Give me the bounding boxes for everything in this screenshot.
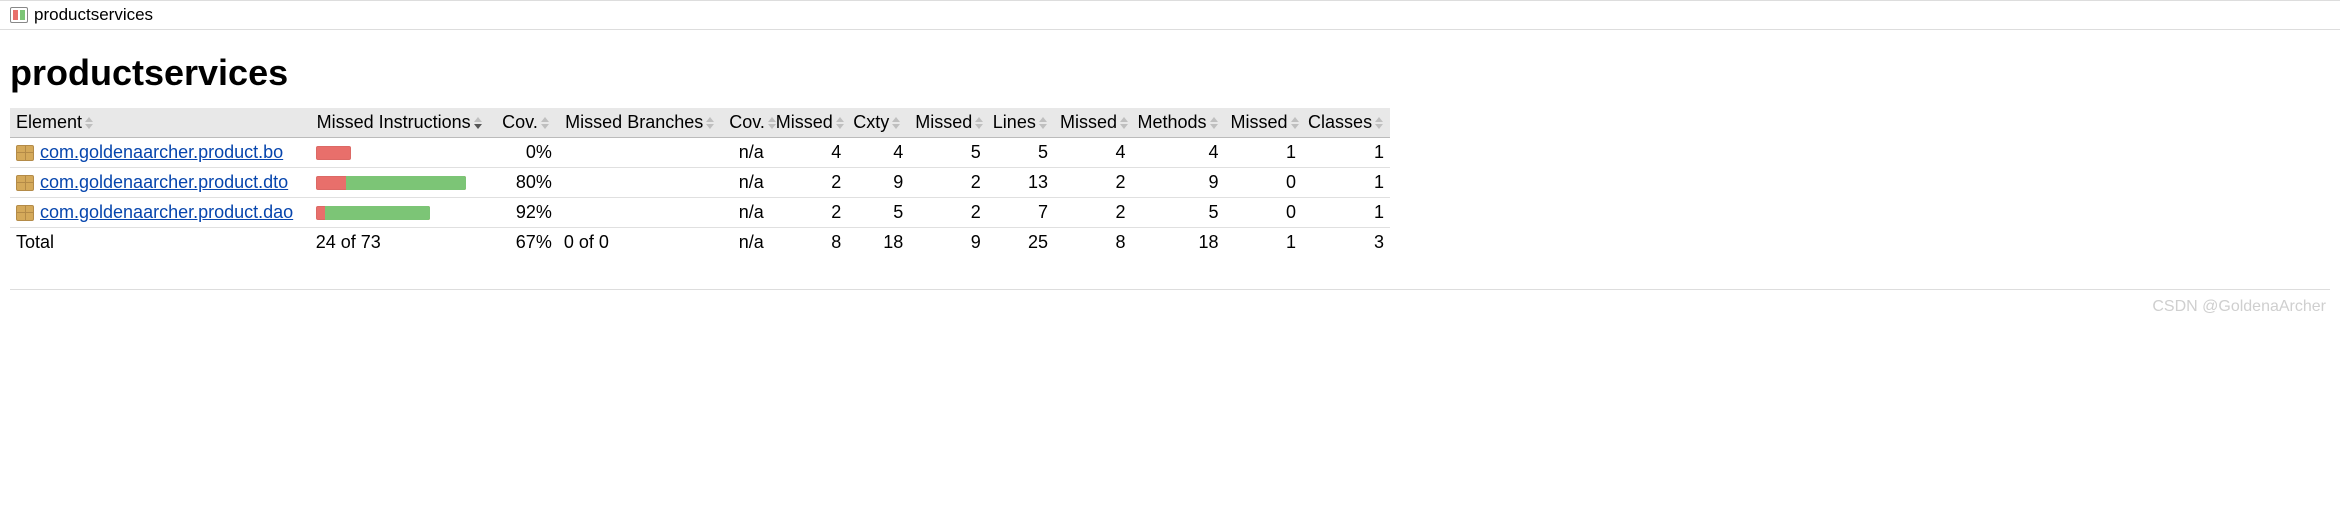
watermark: CSDN @GoldenaArcher xyxy=(0,290,2340,326)
instruction-cov: 0% xyxy=(491,138,558,168)
col-missed-classes[interactable]: Missed xyxy=(1225,108,1303,138)
total-instr-text: 24 of 73 xyxy=(310,228,491,258)
total-instr-cov: 67% xyxy=(491,228,558,258)
branch-bar xyxy=(558,168,723,198)
total-branch-text: 0 of 0 xyxy=(558,228,723,258)
table-row: com.goldenaarcher.product.dao92%n/a25272… xyxy=(10,198,1390,228)
missed-cxty: 2 xyxy=(770,168,848,198)
package-link[interactable]: com.goldenaarcher.product.dao xyxy=(40,202,293,223)
missed-methods: 2 xyxy=(1054,168,1132,198)
lines: 13 xyxy=(987,168,1054,198)
methods: 4 xyxy=(1132,138,1225,168)
sort-icon xyxy=(705,117,717,129)
total-classes: 3 xyxy=(1302,228,1390,258)
sort-icon xyxy=(84,117,96,129)
lines: 5 xyxy=(987,138,1054,168)
col-cxty[interactable]: Cxty xyxy=(847,108,909,138)
total-branch-cov: n/a xyxy=(723,228,770,258)
missed-methods: 4 xyxy=(1054,138,1132,168)
page-title: productservices xyxy=(10,52,2330,94)
total-cxty: 18 xyxy=(847,228,909,258)
missed-cxty: 4 xyxy=(770,138,848,168)
total-m-cxty: 8 xyxy=(770,228,848,258)
col-cov-instructions[interactable]: Cov. xyxy=(491,108,558,138)
col-missed-methods[interactable]: Missed xyxy=(1054,108,1132,138)
table-row: com.goldenaarcher.product.dto80%n/a29213… xyxy=(10,168,1390,198)
methods: 5 xyxy=(1132,198,1225,228)
table-total-row: Total 24 of 73 67% 0 of 0 n/a 8 18 9 25 … xyxy=(10,228,1390,258)
instruction-bar xyxy=(316,206,430,220)
classes: 1 xyxy=(1302,198,1390,228)
col-classes[interactable]: Classes xyxy=(1302,108,1390,138)
col-missed-lines[interactable]: Missed xyxy=(909,108,987,138)
sort-icon xyxy=(835,117,847,129)
table-row: com.goldenaarcher.product.bo0%n/a4455441… xyxy=(10,138,1390,168)
missed-lines: 5 xyxy=(909,138,987,168)
cxty: 5 xyxy=(847,198,909,228)
sort-icon xyxy=(1290,117,1302,129)
package-icon xyxy=(16,205,34,221)
branch-cov: n/a xyxy=(723,198,770,228)
missed-lines: 2 xyxy=(909,198,987,228)
branch-bar xyxy=(558,138,723,168)
branch-bar xyxy=(558,198,723,228)
total-label: Total xyxy=(10,228,310,258)
classes: 1 xyxy=(1302,138,1390,168)
missed-methods: 2 xyxy=(1054,198,1132,228)
sort-icon xyxy=(974,117,986,129)
package-link[interactable]: com.goldenaarcher.product.dto xyxy=(40,172,288,193)
branch-cov: n/a xyxy=(723,138,770,168)
missed-cxty: 2 xyxy=(770,198,848,228)
instruction-bar xyxy=(316,146,351,160)
col-lines[interactable]: Lines xyxy=(987,108,1054,138)
coverage-table: Element Missed Instructions Cov. Missed … xyxy=(10,108,1390,257)
missed-lines: 2 xyxy=(909,168,987,198)
col-missed-instructions[interactable]: Missed Instructions xyxy=(310,108,491,138)
branch-cov: n/a xyxy=(723,168,770,198)
col-methods[interactable]: Methods xyxy=(1132,108,1225,138)
package-icon xyxy=(16,175,34,191)
report-icon xyxy=(10,7,28,23)
total-m-lines: 9 xyxy=(909,228,987,258)
sort-icon xyxy=(540,117,552,129)
classes: 1 xyxy=(1302,168,1390,198)
sort-icon xyxy=(473,117,485,129)
instruction-bar xyxy=(316,176,466,190)
total-lines: 25 xyxy=(987,228,1054,258)
cxty: 9 xyxy=(847,168,909,198)
cxty: 4 xyxy=(847,138,909,168)
table-header-row: Element Missed Instructions Cov. Missed … xyxy=(10,108,1390,138)
missed-classes: 1 xyxy=(1225,138,1303,168)
sort-icon xyxy=(1038,117,1050,129)
sort-icon xyxy=(891,117,903,129)
instruction-cov: 80% xyxy=(491,168,558,198)
breadcrumb-project: productservices xyxy=(34,5,153,25)
col-cov-branches[interactable]: Cov. xyxy=(723,108,770,138)
total-m-methods: 8 xyxy=(1054,228,1132,258)
col-missed-cxty[interactable]: Missed xyxy=(770,108,848,138)
package-link[interactable]: com.goldenaarcher.product.bo xyxy=(40,142,283,163)
package-icon xyxy=(16,145,34,161)
total-methods: 18 xyxy=(1132,228,1225,258)
total-m-classes: 1 xyxy=(1225,228,1303,258)
col-element[interactable]: Element xyxy=(10,108,310,138)
sort-icon xyxy=(1374,117,1386,129)
sort-icon xyxy=(1119,117,1131,129)
col-missed-branches[interactable]: Missed Branches xyxy=(558,108,723,138)
instruction-cov: 92% xyxy=(491,198,558,228)
sort-icon xyxy=(1209,117,1221,129)
methods: 9 xyxy=(1132,168,1225,198)
missed-classes: 0 xyxy=(1225,198,1303,228)
missed-classes: 0 xyxy=(1225,168,1303,198)
breadcrumb: productservices xyxy=(0,0,2340,30)
lines: 7 xyxy=(987,198,1054,228)
